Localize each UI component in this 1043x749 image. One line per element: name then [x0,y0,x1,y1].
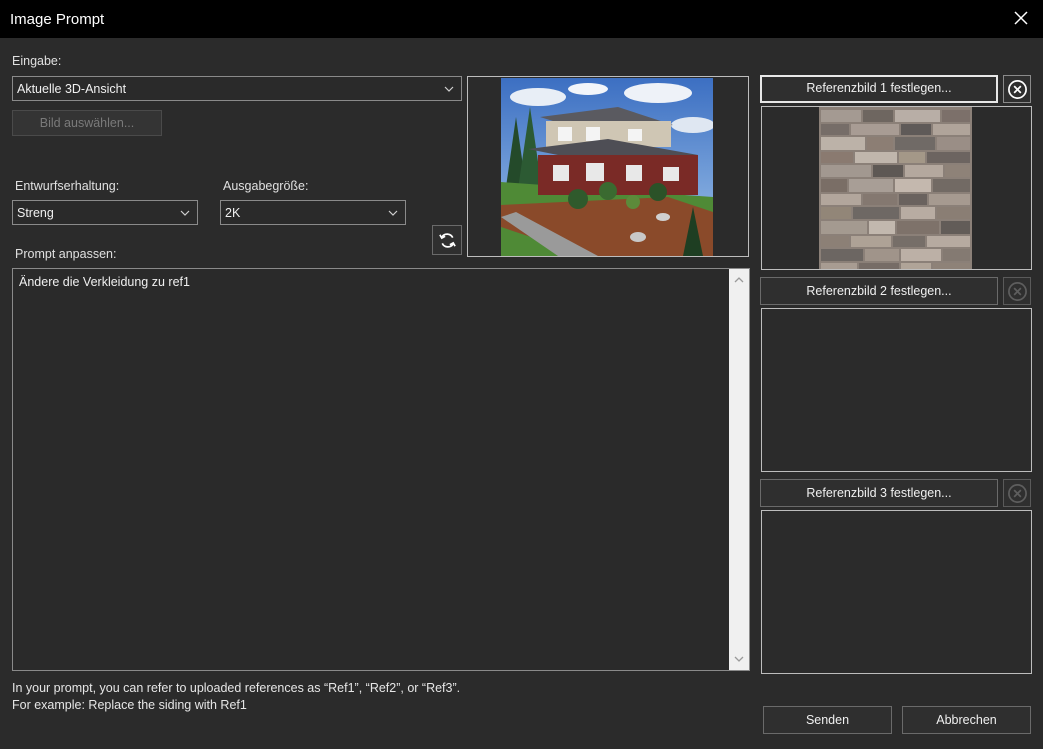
hint-line-1: In your prompt, you can refer to uploade… [12,681,461,695]
chevron-down-icon [444,86,454,92]
prompt-textarea[interactable]: Ändere die Verkleidung zu ref1 [12,268,750,671]
input-source-value: Aktuelle 3D-Ansicht [17,82,127,96]
close-circle-icon [1008,484,1027,503]
chevron-up-icon[interactable] [733,274,745,286]
window-title: Image Prompt [10,11,105,28]
input-source-dropdown[interactable]: Aktuelle 3D-Ansicht [12,76,462,101]
select-image-button[interactable]: Bild auswählen... [12,110,162,136]
output-size-value: 2K [225,206,241,220]
design-preservation-label: Entwurfserhaltung: [15,179,120,193]
remove-reference-2-button[interactable] [1003,277,1031,305]
input-preview-image [467,76,749,257]
prompt-text: Ändere die Verkleidung zu ref1 [19,275,190,289]
reference-1-preview [761,106,1032,270]
input-label: Eingabe: [12,54,62,68]
cancel-button[interactable]: Abbrechen [902,706,1031,734]
refresh-icon [439,233,456,248]
title-bar: Image Prompt [0,0,1043,38]
close-circle-icon [1008,80,1027,99]
prompt-scrollbar[interactable] [729,269,749,670]
send-button[interactable]: Senden [763,706,892,734]
output-size-dropdown[interactable]: 2K [220,200,406,225]
design-preservation-value: Streng [17,206,54,220]
hint-line-2: For example: Replace the siding with Ref… [12,698,247,712]
remove-reference-1-button[interactable] [1003,75,1031,103]
remove-reference-3-button[interactable] [1003,479,1031,507]
prompt-label: Prompt anpassen: [15,247,117,261]
set-reference-2-button[interactable]: Referenzbild 2 festlegen... [760,277,998,305]
chevron-down-icon [388,210,398,216]
close-circle-icon [1008,282,1027,301]
close-icon[interactable] [1011,8,1031,28]
reference-3-preview [761,510,1032,674]
set-reference-1-button[interactable]: Referenzbild 1 festlegen... [760,75,998,103]
refresh-preview-button[interactable] [432,225,462,255]
reference-2-preview [761,308,1032,472]
output-size-label: Ausgabegröße: [223,179,309,193]
chevron-down-icon[interactable] [733,653,745,665]
design-preservation-dropdown[interactable]: Streng [12,200,198,225]
set-reference-3-button[interactable]: Referenzbild 3 festlegen... [760,479,998,507]
chevron-down-icon [180,210,190,216]
